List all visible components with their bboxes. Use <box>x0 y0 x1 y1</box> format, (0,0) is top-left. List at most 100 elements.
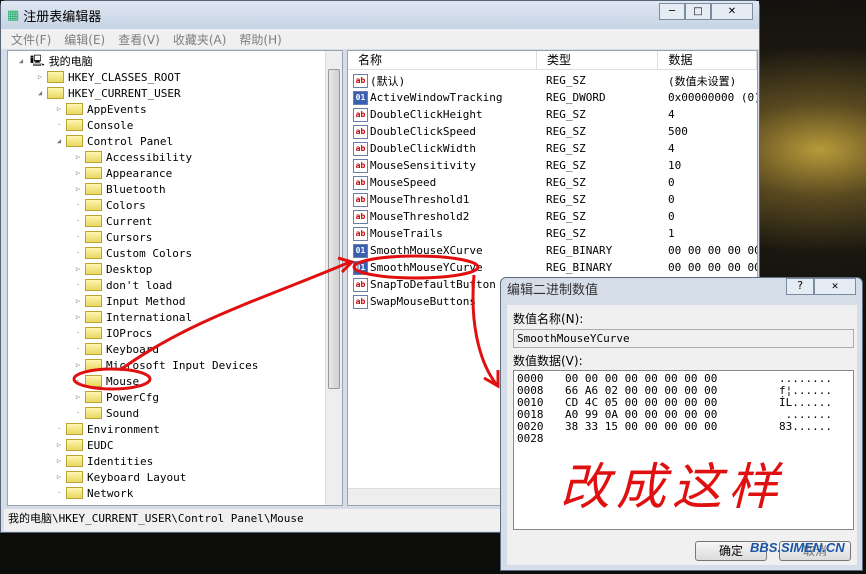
folder-icon <box>85 167 102 179</box>
tree-item-label: Identities <box>87 454 154 468</box>
string-value-icon: ab <box>353 124 368 139</box>
tree-item[interactable]: · don't load <box>73 277 172 293</box>
collapsed-arrow-icon[interactable]: ▷ <box>73 313 83 321</box>
value-name: MouseThreshold2 <box>370 210 470 223</box>
menu-favorites[interactable]: 收藏夹(A) <box>173 31 227 48</box>
collapsed-arrow-icon[interactable]: ▷ <box>54 441 64 449</box>
tree-item[interactable]: ▷ EUDC <box>54 437 114 453</box>
list-row[interactable]: ab DoubleClickWidth REG_SZ 4 <box>353 140 675 157</box>
list-row[interactable]: 01 ActiveWindowTracking REG_DWORD 0x0000000… <box>353 89 757 106</box>
tree-scrollbar[interactable] <box>325 51 342 505</box>
tree-item[interactable]: ▷ Input Method <box>73 293 186 309</box>
column-name[interactable]: 名称 <box>348 51 538 69</box>
collapsed-arrow-icon[interactable]: ▷ <box>54 457 64 465</box>
expanded-arrow-icon[interactable]: ◢ <box>16 57 26 65</box>
key-tree[interactable]: ◢ 🖳 我的电脑 ▷ HKEY_CLASSES_ROOT ◢ HKEY_CURRENT_US… <box>7 50 343 506</box>
tree-item[interactable]: · Environment <box>54 421 160 437</box>
folder-icon <box>85 263 102 275</box>
maximize-button[interactable]: □ <box>685 3 711 20</box>
tree-item-label: Current <box>106 214 153 228</box>
collapsed-arrow-icon[interactable]: ▷ <box>73 297 83 305</box>
list-row[interactable]: 01 SmoothMouseYCurve REG_BINARY 00 00 00 00… <box>353 259 757 276</box>
list-row[interactable]: ab DoubleClickHeight REG_SZ 4 <box>353 106 675 123</box>
value-type: REG_BINARY <box>546 261 613 274</box>
title-bar: ▦ 注册表编辑器 ─ □ ✕ <box>1 1 759 29</box>
tree-item-label: Microsoft Input Devices <box>106 358 259 372</box>
tree-item[interactable]: ◢ 🖳 我的电脑 <box>16 53 93 69</box>
tree-item-label: Bluetooth <box>106 182 166 196</box>
tree-item[interactable]: ▷ Appearance <box>73 165 172 181</box>
list-row[interactable]: ab MouseThreshold2 REG_SZ 0 <box>353 208 675 225</box>
list-row[interactable]: ab MouseThreshold1 REG_SZ 0 <box>353 191 675 208</box>
dialog-close-button[interactable]: ✕ <box>814 278 856 295</box>
collapsed-arrow-icon[interactable]: ▷ <box>73 185 83 193</box>
collapsed-arrow-icon[interactable]: ▷ <box>54 473 64 481</box>
tree-item[interactable]: · Network <box>54 485 133 501</box>
tree-item[interactable]: ▷ Accessibility <box>73 149 192 165</box>
help-button[interactable]: ? <box>786 278 814 295</box>
tree-item[interactable]: · Console <box>54 117 133 133</box>
minimize-button[interactable]: ─ <box>659 3 685 20</box>
tree-item-label: 我的电脑 <box>48 55 93 68</box>
column-type[interactable]: 类型 <box>537 51 659 69</box>
tree-line: · <box>56 489 62 497</box>
value-name-field[interactable]: SmoothMouseYCurve <box>513 329 854 348</box>
tree-item[interactable]: · Keyboard <box>73 341 159 357</box>
collapsed-arrow-icon[interactable]: ▷ <box>35 73 45 81</box>
collapsed-arrow-icon[interactable]: ▷ <box>73 265 83 273</box>
expanded-arrow-icon[interactable]: ◢ <box>54 137 64 145</box>
tree-item[interactable]: · Sound <box>73 405 139 421</box>
tree-item[interactable]: ▷ AppEvents <box>54 101 147 117</box>
menu-file[interactable]: 文件(F) <box>11 31 51 48</box>
collapsed-arrow-icon[interactable]: ▷ <box>54 105 64 113</box>
tree-item-label: Sound <box>106 406 140 420</box>
list-row[interactable]: 01 SmoothMouseXCurve REG_BINARY 00 00 00 00… <box>353 242 757 259</box>
tree-item[interactable]: ▷ Keyboard Layout <box>54 469 186 485</box>
hex-row: 0020 38 33 15 00 00 00 00 00 83...... <box>517 421 850 433</box>
column-data[interactable]: 数据 <box>658 51 757 69</box>
folder-icon <box>85 151 102 163</box>
value-type: REG_SZ <box>546 227 586 240</box>
value-name: SmoothMouseXCurve <box>370 244 483 257</box>
tree-item-label: Control Panel <box>87 134 174 148</box>
scroll-thumb[interactable] <box>328 69 340 389</box>
value-type: REG_SZ <box>546 159 586 172</box>
tree-item[interactable]: · Cursors <box>73 229 152 245</box>
tree-item[interactable]: ▷ Identities <box>54 453 153 469</box>
menu-edit[interactable]: 编辑(E) <box>64 31 105 48</box>
collapsed-arrow-icon[interactable]: ▷ <box>73 393 83 401</box>
tree-item[interactable]: ▷ Bluetooth <box>73 181 166 197</box>
value-data: 4 <box>668 108 675 121</box>
list-row[interactable]: ab (默认) REG_SZ (数值未设置) <box>353 72 736 89</box>
tree-item[interactable]: · Colors <box>73 197 146 213</box>
tree-item[interactable]: ▷ HKEY_CLASSES_ROOT <box>35 69 181 85</box>
folder-icon <box>85 231 102 243</box>
close-button[interactable]: ✕ <box>711 3 753 20</box>
tree-item[interactable]: ▷ PowerCfg <box>73 389 159 405</box>
tree-item[interactable]: ▷ Microsoft Input Devices <box>73 357 258 373</box>
string-value-icon: ab <box>353 294 368 309</box>
tree-item[interactable]: ◢ HKEY_CURRENT_USER <box>35 85 181 101</box>
list-row[interactable]: ab DoubleClickSpeed REG_SZ 500 <box>353 123 688 140</box>
collapsed-arrow-icon[interactable]: ▷ <box>73 361 83 369</box>
tree-item[interactable]: · Custom Colors <box>73 245 192 261</box>
list-row[interactable]: ab MouseSensitivity REG_SZ 10 <box>353 157 681 174</box>
value-name: (默认) <box>370 74 406 88</box>
tree-item[interactable]: ▷ Desktop <box>73 261 152 277</box>
list-row[interactable]: ab MouseSpeed REG_SZ 0 <box>353 174 675 191</box>
menu-help[interactable]: 帮助(H) <box>239 31 281 48</box>
expanded-arrow-icon[interactable]: ◢ <box>35 89 45 97</box>
tree-item-label: HKEY_CURRENT_USER <box>68 86 181 100</box>
tree-line: · <box>75 217 81 225</box>
collapsed-arrow-icon[interactable]: ▷ <box>73 169 83 177</box>
tree-item[interactable]: · IOProcs <box>73 325 152 341</box>
list-row[interactable]: ab MouseTrails REG_SZ 1 <box>353 225 675 242</box>
collapsed-arrow-icon[interactable]: ▷ <box>73 153 83 161</box>
menu-view[interactable]: 查看(V) <box>118 31 160 48</box>
tree-item[interactable]: ◢ Control Panel <box>54 133 173 149</box>
tree-item[interactable]: · Current <box>73 213 152 229</box>
tree-line: · <box>75 409 81 417</box>
tree-item[interactable]: ▷ International <box>73 309 192 325</box>
binary-value-icon: 01 <box>353 90 368 105</box>
tree-item[interactable]: · Mouse <box>73 373 139 389</box>
